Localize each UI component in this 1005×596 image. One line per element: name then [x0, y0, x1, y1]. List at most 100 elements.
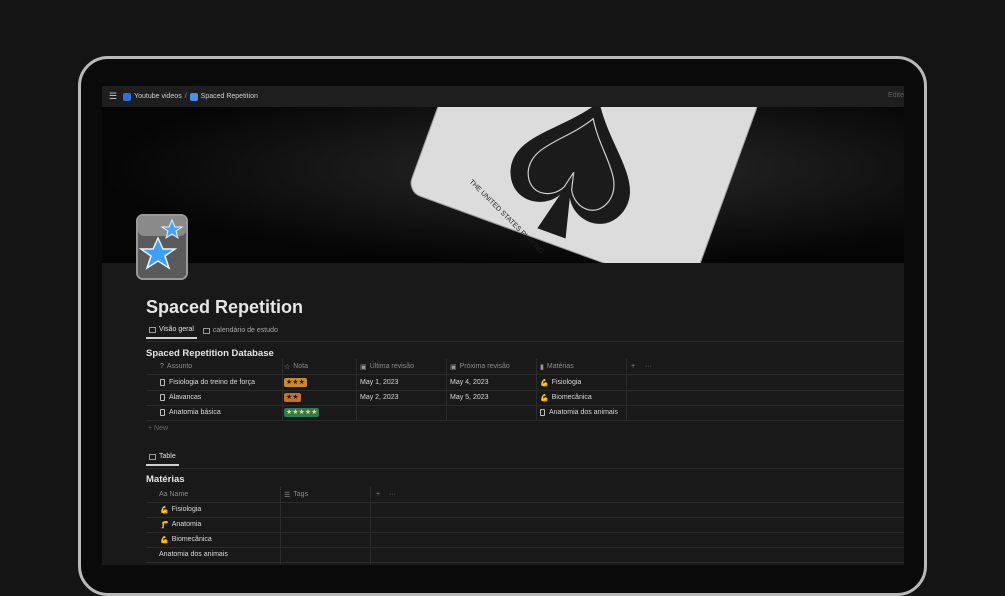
relation-label: Fisiologia [551, 379, 582, 386]
column-divider [356, 359, 357, 420]
breadcrumb-item-spaced-repetition[interactable]: Spaced Repetition [189, 92, 258, 101]
column-divider [370, 487, 371, 565]
row-title: Fisiologia [171, 506, 202, 513]
calendar-icon [202, 327, 210, 334]
column-header-ultima-revisao[interactable]: ▣ Última revisão [360, 359, 446, 374]
column-divider [446, 359, 447, 420]
cell-materias[interactable]: Anatomia dos animais [540, 405, 626, 420]
cell-proxima-revisao[interactable]: May 5, 2023 [450, 390, 536, 405]
tab-label: Visão geral [159, 326, 194, 333]
playing-card-cover-image: THE UNITED STATES PLAYING [102, 107, 904, 263]
cell-name[interactable]: Anatomia dos animais [159, 547, 279, 562]
tab-label: Table [159, 453, 176, 460]
question-icon: ? [160, 363, 164, 370]
hamburger-icon[interactable]: ☰ [109, 91, 117, 102]
column-header-tags[interactable]: ☰ Tags [284, 487, 370, 502]
cell-proxima-revisao[interactable]: May 4, 2023 [450, 375, 536, 390]
add-column-button[interactable]: + [376, 487, 386, 502]
muscle-icon: 💪 [540, 394, 549, 402]
table-header: ? Assunto ☆ Nota ▣ Última revisão ▣ Próx… [146, 359, 904, 374]
database-title: Spaced Repetition Database [146, 348, 274, 359]
table-row[interactable]: Fisiologia do treino de força ★★★ May 1,… [146, 375, 904, 390]
cell-name[interactable]: 💪 Fisiologia [160, 502, 280, 517]
cell-materias[interactable]: 💪 Fisiologia [540, 375, 626, 390]
cell-nota[interactable]: ★★ [284, 390, 356, 405]
page-icon [160, 394, 165, 401]
cell-proxima-revisao[interactable] [450, 405, 536, 420]
column-divider [282, 359, 283, 420]
more-options-button[interactable]: ··· [645, 359, 661, 374]
column-label: Última revisão [369, 363, 414, 370]
column-header-proxima-revisao[interactable]: ▣ Próxima revisão [450, 359, 536, 374]
cell-assunto[interactable]: Anatomia básica [160, 405, 282, 420]
list-icon: ☰ [284, 491, 291, 499]
table-header: Aa Name ☰ Tags + ··· [146, 487, 904, 502]
column-divider [536, 359, 537, 420]
cell-nota[interactable]: ★★★★★ [284, 405, 356, 420]
breadcrumb-label: Spaced Repetition [200, 93, 258, 100]
edited-label: Edite [888, 92, 904, 99]
cell-name[interactable]: 💪 Biomecânica [160, 532, 280, 547]
calendar-icon: ▣ [450, 363, 457, 371]
divider [146, 341, 904, 342]
table-icon [149, 453, 156, 460]
table-row[interactable]: Alavancas ★★ May 2, 2023 May 5, 2023 💪 B… [146, 390, 904, 405]
column-header-name[interactable]: Aa Name [159, 487, 279, 502]
table-row[interactable]: Anatomia básica ★★★★★ Anatomia dos anima… [146, 405, 904, 420]
relation-label: Anatomia dos animais [549, 409, 618, 416]
cell-ultima-revisao[interactable] [360, 405, 446, 420]
table-row[interactable]: 🦵 Anatomia [146, 517, 904, 532]
add-column-button[interactable]: + [631, 359, 641, 374]
column-divider [626, 359, 627, 420]
cell-nota[interactable]: ★★★ [284, 375, 356, 390]
divider [146, 562, 904, 563]
breadcrumb-label: Youtube videos [134, 93, 182, 100]
row-title: Alavancas [169, 394, 202, 401]
rating-badge: ★★ [284, 393, 301, 402]
breadcrumb-item-youtube-videos[interactable]: Youtube videos [123, 92, 182, 101]
cell-name[interactable]: 🦵 Anatomia [160, 517, 280, 532]
book-icon: ▮ [540, 363, 544, 371]
cell-assunto[interactable]: Alavancas [160, 390, 282, 405]
page-icon [160, 409, 165, 416]
tab-calendario-de-estudo[interactable]: calendário de estudo [200, 326, 281, 339]
muscle-icon: 💪 [160, 536, 169, 544]
muscle-icon: 💪 [540, 379, 549, 387]
cell-ultima-revisao[interactable]: May 1, 2023 [360, 375, 446, 390]
divider [146, 468, 904, 469]
new-row-button[interactable]: + New [146, 421, 904, 436]
materias-title: Matérias [146, 474, 185, 485]
star-icon: ☆ [284, 363, 291, 371]
cards-icon [189, 92, 198, 101]
new-row-label: + New [148, 425, 169, 432]
anki-star-icon[interactable] [136, 214, 188, 280]
column-header-assunto[interactable]: ? Assunto [160, 359, 282, 374]
view-tabs: Visão geral calendário de estudo [146, 326, 284, 339]
row-title: Biomecânica [171, 536, 212, 543]
tab-table[interactable]: Table [146, 453, 179, 466]
cell-ultima-revisao[interactable]: May 2, 2023 [360, 390, 446, 405]
column-label: Próxima revisão [459, 363, 510, 370]
youtube-icon [123, 92, 132, 101]
more-options-button[interactable]: ··· [389, 487, 405, 502]
leg-icon: 🦵 [160, 521, 169, 529]
row-title: Anatomia básica [169, 409, 221, 416]
tab-visao-geral[interactable]: Visão geral [146, 326, 197, 339]
table-icon [149, 326, 156, 333]
column-label: Tags [293, 491, 309, 498]
column-header-nota[interactable]: ☆ Nota [284, 359, 356, 374]
cell-assunto[interactable]: Fisiologia do treino de força [160, 375, 282, 390]
table-row[interactable]: Anatomia dos animais [146, 547, 904, 562]
column-header-materias[interactable]: ▮ Matérias [540, 359, 626, 374]
row-title: Anatomia dos animais [159, 551, 228, 558]
table-row[interactable]: 💪 Fisiologia [146, 502, 904, 517]
calendar-icon: ▣ [360, 363, 367, 371]
page-title: Spaced Repetition [146, 297, 304, 317]
page-cover[interactable]: THE UNITED STATES PLAYING [102, 107, 904, 263]
muscle-icon: 💪 [160, 506, 169, 514]
table-row[interactable]: 💪 Biomecânica [146, 532, 904, 547]
cell-materias[interactable]: 💪 Biomecânica [540, 390, 626, 405]
column-label: Matérias [546, 363, 574, 370]
materias-view-tabs: Table [146, 453, 182, 466]
app-window: ☰ Youtube videos / Spaced Repetition Edi… [102, 86, 904, 565]
